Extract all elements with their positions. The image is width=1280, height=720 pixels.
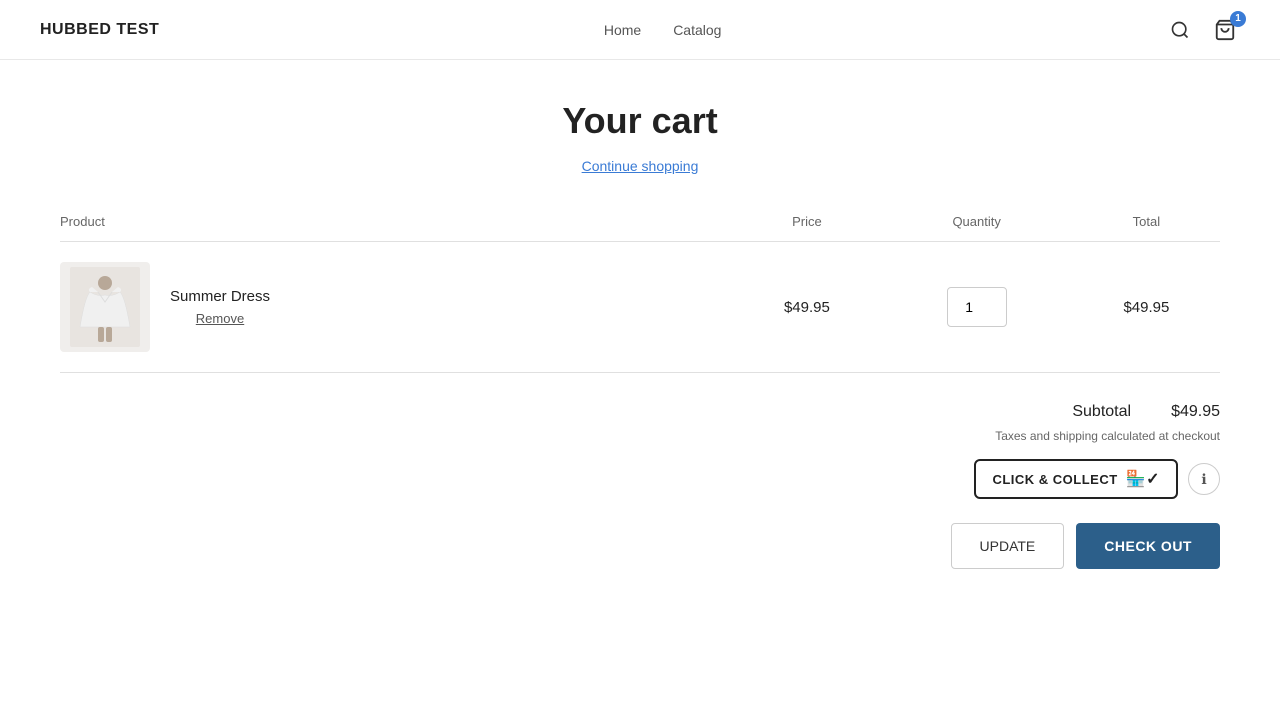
header-icons: 1 xyxy=(1166,15,1240,45)
site-header: HUBBED TEST Home Catalog 1 xyxy=(0,0,1280,60)
page-title: Your cart xyxy=(60,100,1220,142)
main-content: Your cart Continue shopping Product Pric… xyxy=(40,60,1240,609)
nav-home[interactable]: Home xyxy=(604,22,641,38)
col-header-quantity: Quantity xyxy=(880,214,1072,242)
cart-summary: Subtotal $49.95 Taxes and shipping calcu… xyxy=(60,403,1220,569)
col-header-product: Product xyxy=(60,214,733,242)
cart-table: Product Price Quantity Total xyxy=(60,214,1220,373)
info-button[interactable]: ℹ xyxy=(1188,463,1220,495)
update-button[interactable]: UPDATE xyxy=(951,523,1065,569)
item-total: $49.95 xyxy=(1073,242,1220,373)
checkout-button[interactable]: CHECK OUT xyxy=(1076,523,1220,569)
col-header-total: Total xyxy=(1073,214,1220,242)
subtotal-value: $49.95 xyxy=(1171,403,1220,421)
tax-note: Taxes and shipping calculated at checkou… xyxy=(995,429,1220,443)
cart-button[interactable]: 1 xyxy=(1210,15,1240,45)
click-collect-button[interactable]: CLICK & COLLECT 🏪✓ xyxy=(974,459,1178,499)
remove-button[interactable]: Remove xyxy=(170,311,270,326)
nav-catalog[interactable]: Catalog xyxy=(673,22,721,38)
product-image xyxy=(60,262,150,352)
action-row: UPDATE CHECK OUT xyxy=(951,523,1220,569)
table-row: Summer Dress Remove $49.95 $49.95 xyxy=(60,242,1220,373)
product-cell: Summer Dress Remove xyxy=(60,262,733,352)
search-button[interactable] xyxy=(1166,16,1194,44)
collect-row: CLICK & COLLECT 🏪✓ ℹ xyxy=(974,459,1220,499)
cart-badge: 1 xyxy=(1230,11,1246,27)
product-thumbnail xyxy=(70,267,140,347)
product-info: Summer Dress Remove xyxy=(170,288,270,326)
brand-logo[interactable]: HUBBED TEST xyxy=(40,21,159,39)
info-icon: ℹ xyxy=(1201,471,1206,488)
product-name: Summer Dress xyxy=(170,288,270,305)
click-collect-label: CLICK & COLLECT xyxy=(992,472,1117,487)
subtotal-label: Subtotal xyxy=(1072,403,1131,421)
continue-shopping-link[interactable]: Continue shopping xyxy=(60,158,1220,174)
item-price: $49.95 xyxy=(733,242,880,373)
main-nav: Home Catalog xyxy=(604,22,722,38)
collect-icon: 🏪✓ xyxy=(1126,469,1160,489)
quantity-input[interactable] xyxy=(947,287,1007,327)
col-header-price: Price xyxy=(733,214,880,242)
search-icon xyxy=(1170,20,1190,40)
subtotal-row: Subtotal $49.95 xyxy=(1072,403,1220,421)
